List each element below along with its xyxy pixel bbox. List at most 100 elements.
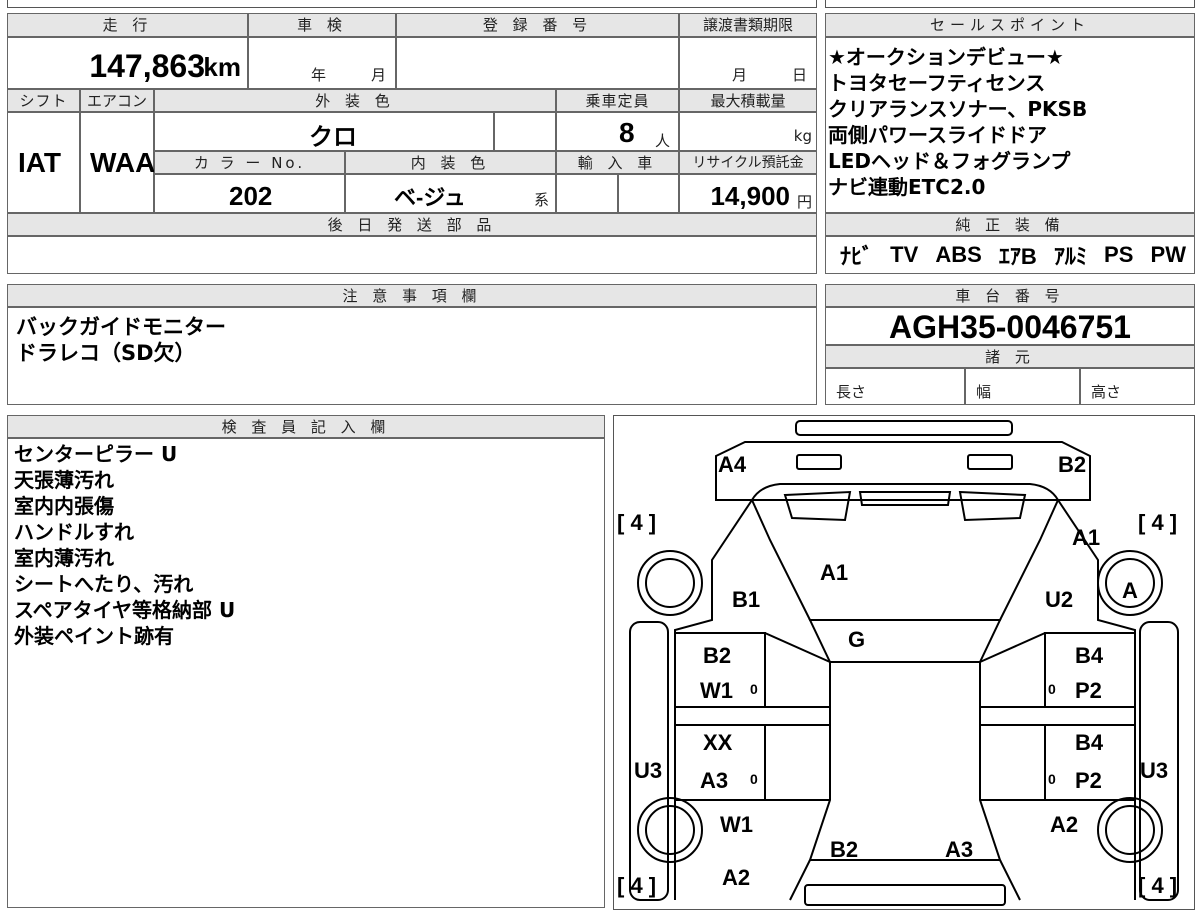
genuine-equipment-header: 純 正 装 備 — [825, 213, 1195, 236]
inspector-cell: センターピラー U 天張薄汚れ 室内内張傷 ハンドルすれ 室内薄汚れ シートへた… — [7, 438, 605, 908]
top-strip — [7, 0, 817, 8]
code-right-front-door-1: B4 — [1075, 643, 1104, 668]
capacity-cell: 8 人 — [556, 112, 679, 151]
code-front-left: A4 — [718, 452, 747, 477]
shift-value: IAT — [18, 147, 62, 178]
transfer-month-unit: 月 — [732, 66, 748, 84]
max-load-header: 最大積載量 — [679, 89, 817, 112]
inspector-line: スペアタイヤ等格納部 U — [14, 598, 236, 622]
registration-header: 登 録 番 号 — [396, 13, 679, 37]
wheel-front-left — [637, 550, 703, 616]
equip-pw: PW — [1150, 242, 1186, 267]
code-fender-right-top: A1 — [1072, 525, 1100, 550]
code-rear-left: A2 — [722, 865, 750, 890]
zero-right-rear: 0 — [1048, 771, 1056, 787]
genuine-equipment-cell: ﾅﾋﾞ TV ABS ｴｱB ｱﾙﾐ PS PW — [825, 236, 1195, 274]
code-left-front-door-1: B2 — [703, 643, 731, 668]
sales-point-item: ★オークションデビュー★ — [828, 45, 1064, 69]
transfer-deadline-cell: 月 日 — [679, 37, 817, 89]
wheel-front-left-inner — [645, 558, 695, 608]
transfer-day-unit: 日 — [792, 66, 808, 84]
mileage-cell: 147,863 km — [7, 37, 248, 89]
code-left-sill: U3 — [634, 758, 662, 783]
tire-mark-rear-left: [ 4 ] — [617, 873, 656, 898]
code-roof-rear-left: B2 — [830, 837, 858, 862]
windshield-outline — [808, 619, 1002, 663]
code-right-front-door-2: P2 — [1075, 678, 1102, 703]
code-left-front-door-2: W1 — [700, 678, 733, 703]
import-header: 輸 入 車 — [556, 151, 679, 174]
height-label: 高さ — [1091, 383, 1122, 401]
wheel-rear-left-inner — [645, 805, 695, 855]
width-label: 幅 — [976, 383, 992, 401]
rear-bumper-slot — [804, 884, 1006, 906]
max-load-unit: kg — [793, 127, 812, 145]
notes-header: 注 意 事 項 欄 — [7, 284, 817, 307]
headlight-left — [796, 454, 842, 470]
grille-right — [958, 490, 1027, 522]
zero-left-rear: 0 — [750, 771, 758, 787]
inspection-year-unit: 年 — [311, 66, 327, 84]
specs-header: 諸 元 — [825, 345, 1195, 368]
inspector-line: 天張薄汚れ — [14, 468, 114, 492]
sales-point-item: クリアランスソナー、PKSB — [828, 97, 1088, 121]
aircon-header: エアコン — [80, 89, 154, 112]
sales-points-header: セールスポイント — [825, 13, 1195, 37]
shift-cell: IAT — [7, 112, 80, 213]
import-cell-1 — [556, 174, 618, 213]
notes-cell: バックガイドモニター ドラレコ（SD欠） — [7, 307, 817, 405]
wheel-rear-right — [1097, 797, 1163, 863]
chassis-number: AGH35-0046751 — [889, 309, 1131, 345]
equip-navi: ﾅﾋﾞ — [840, 244, 874, 269]
color-no-header: カ ラ ー No. — [154, 151, 345, 174]
tire-mark-front-left: [ 4 ] — [617, 510, 656, 535]
mileage-header: 走 行 — [7, 13, 248, 37]
chassis-header: 車 台 番 号 — [825, 284, 1195, 307]
interior-color-value: ベ-ジュ — [394, 185, 466, 210]
exterior-color-header: 外 装 色 — [154, 89, 556, 112]
recycle-value: 14,900 — [710, 181, 790, 211]
interior-color-cell: ベ-ジュ 系 — [345, 174, 556, 213]
zero-left-front: 0 — [750, 681, 758, 697]
later-parts-header: 後 日 発 送 部 品 — [7, 213, 817, 236]
capacity-value: 8 — [619, 117, 635, 148]
inspector-line: シートへたり、汚れ — [14, 572, 194, 596]
inspector-header: 検 査 員 記 入 欄 — [7, 415, 605, 438]
code-hood: A1 — [820, 560, 848, 585]
inspector-line: 室内薄汚れ — [14, 546, 114, 570]
code-right-sill: U3 — [1140, 758, 1168, 783]
capacity-header: 乗車定員 — [556, 89, 679, 112]
headlight-right — [967, 454, 1013, 470]
grille-left — [783, 490, 852, 522]
height-cell: 高さ — [1080, 368, 1195, 405]
registration-cell — [396, 37, 679, 89]
recycle-unit: 円 — [796, 193, 812, 211]
exterior-color-extra-cell — [494, 112, 556, 151]
zero-right-front: 0 — [1048, 681, 1056, 697]
inspection-header: 車 検 — [248, 13, 396, 37]
color-no-cell: 202 — [154, 174, 345, 213]
inspector-line: 室内内張傷 — [14, 494, 114, 518]
inspector-line: ハンドルすれ — [14, 520, 134, 544]
length-label: 長さ — [836, 383, 867, 401]
equip-abs: ABS — [935, 242, 982, 267]
note-line: バックガイドモニター — [16, 315, 226, 339]
tire-mark-front-right: [ 4 ] — [1138, 510, 1177, 535]
code-left-rear-door-2: A3 — [700, 768, 728, 793]
capacity-unit: 人 — [655, 132, 671, 150]
note-line: ドラレコ（SD欠） — [16, 341, 196, 365]
tire-mark-rear-right: [ 4 ] — [1138, 873, 1177, 898]
code-right-rear-fender: A2 — [1050, 812, 1078, 837]
sales-point-item: ナビ連動ETC2.0 — [828, 175, 986, 199]
equip-alloy: ｱﾙﾐ — [1053, 244, 1087, 269]
exterior-color-cell: クロ — [154, 112, 494, 151]
equip-ps: PS — [1104, 242, 1134, 267]
interior-color-header: 内 装 色 — [345, 151, 556, 174]
grille-mid — [858, 491, 952, 506]
color-no-value: 202 — [229, 181, 273, 211]
later-parts-cell — [7, 236, 817, 274]
inspector-line: センターピラー U — [14, 442, 178, 466]
code-roof-rear-right: A3 — [945, 837, 973, 862]
mileage-value: 147,863 — [89, 48, 205, 84]
recycle-cell: 14,900 円 — [679, 174, 817, 213]
